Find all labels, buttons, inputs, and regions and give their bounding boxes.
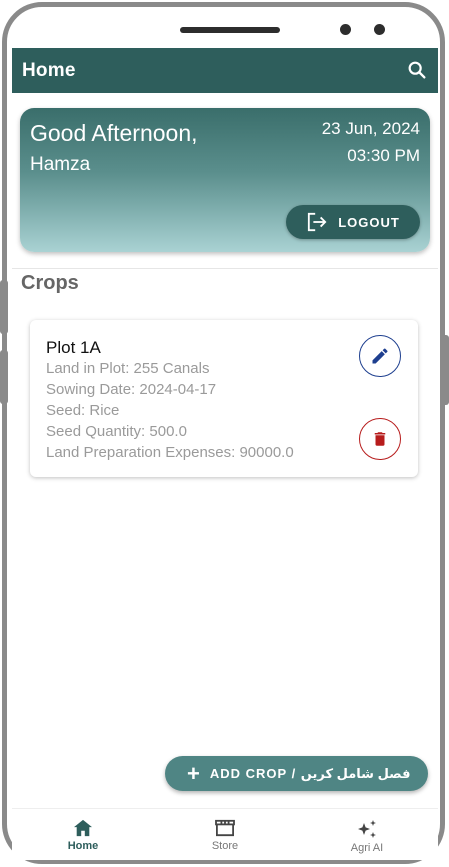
nav-item-store[interactable]: Store (154, 809, 296, 860)
sowing-date: Sowing Date: 2024-04-17 (46, 381, 217, 398)
sensor-dot (374, 24, 385, 35)
bottom-nav: Home Store Agri AI (12, 808, 438, 860)
volume-button-2 (0, 350, 8, 404)
camera-dot (340, 24, 351, 35)
add-crop-button[interactable]: + ADD CROP / فصل شامل کریں (165, 756, 428, 791)
current-time: 03:30 PM (347, 146, 420, 165)
seed-type: Seed: Rice (46, 402, 120, 419)
nav-item-agri-ai[interactable]: Agri AI (296, 809, 438, 860)
home-icon (74, 819, 92, 837)
divider (12, 268, 438, 269)
sparkles-icon (358, 820, 376, 838)
logout-button[interactable]: LOGOUT (286, 205, 420, 239)
current-date: 23 Jun, 2024 (321, 119, 420, 138)
user-name: Hamza (30, 154, 91, 175)
edit-icon (372, 348, 388, 364)
nav-label-store: Store (211, 840, 239, 852)
crops-heading: Crops (21, 272, 79, 294)
page-title: Home (22, 59, 76, 81)
store-icon (215, 819, 235, 837)
seed-quantity: Seed Quantity: 500.0 (46, 423, 187, 440)
speaker-grille (180, 27, 280, 33)
add-crop-label: ADD CROP / فصل شامل کریں (209, 765, 411, 781)
app-screen: Home Good Afternoon, Hamza 23 Jun, 2024 … (12, 48, 438, 860)
app-bar: Home (12, 48, 438, 93)
nav-label-agri-ai: Agri AI (350, 842, 384, 854)
plus-icon: + (187, 760, 200, 786)
delete-crop-button[interactable] (359, 418, 401, 460)
nav-label-home: Home (67, 840, 99, 852)
search-icon[interactable] (406, 59, 428, 81)
crop-card[interactable]: Plot 1A Land in Plot: 255 Canals Sowing … (30, 320, 418, 477)
land-in-plot: Land in Plot: 255 Canals (46, 360, 210, 377)
logout-icon (308, 212, 327, 232)
plot-name: Plot 1A (46, 338, 101, 357)
logout-label: LOGOUT (338, 214, 400, 230)
greeting-card: Good Afternoon, Hamza 23 Jun, 2024 03:30… (20, 108, 430, 252)
delete-icon (374, 432, 386, 446)
volume-button (0, 280, 8, 334)
edit-crop-button[interactable] (359, 335, 401, 377)
nav-item-home[interactable]: Home (12, 809, 154, 860)
power-button (441, 335, 449, 405)
land-prep-expenses: Land Preparation Expenses: 90000.0 (46, 444, 294, 461)
greeting-text: Good Afternoon, (30, 120, 198, 146)
